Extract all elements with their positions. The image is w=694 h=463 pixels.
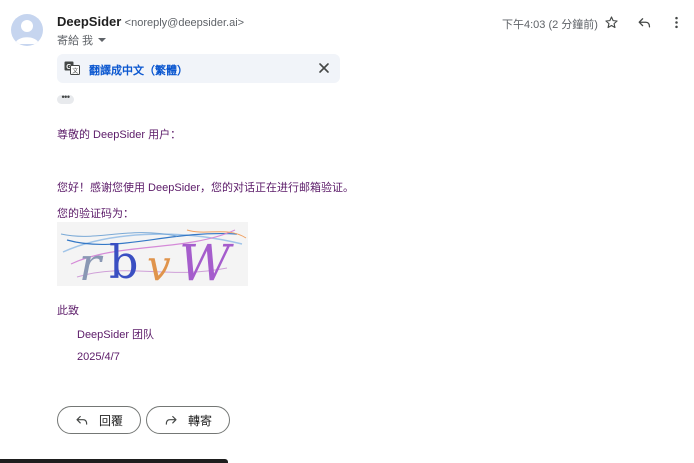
captcha-image: r b v W (57, 222, 248, 292)
captcha-char-1: r (79, 237, 104, 286)
chevron-down-icon (98, 38, 107, 42)
person-icon (15, 20, 39, 44)
forward-button[interactable]: 轉寄 (146, 406, 230, 434)
star-icon (604, 15, 618, 28)
forward-label: 轉寄 (187, 413, 212, 428)
team-signature: DeepSider 团队 (77, 329, 155, 341)
reply-icon (638, 17, 650, 27)
forward-icon (165, 415, 177, 425)
sender-name[interactable]: DeepSider (57, 14, 121, 29)
reply-icon (76, 415, 88, 425)
captcha-char-4: W (179, 234, 234, 286)
translate-icon: G 文 (64, 61, 80, 75)
translate-link[interactable]: 翻譯成中文（繁體） (89, 62, 188, 78)
captcha-graphic: r b v W (60, 229, 247, 292)
closing-text: 此致 (57, 305, 79, 317)
recipient-label: 寄給 我 (57, 35, 94, 47)
reply-label: 回覆 (98, 413, 123, 428)
reply-button[interactable]: 回覆 (57, 406, 141, 434)
body-line-2: 您的验证码为： (57, 208, 134, 220)
translate-bar: G 文 翻譯成中文（繁體） (57, 54, 340, 83)
svg-text:文: 文 (72, 67, 78, 75)
captcha-char-3: v (147, 241, 171, 286)
sender-line: DeepSider <noreply@deepsider.ai> (57, 14, 244, 29)
show-trimmed-content-button[interactable]: ••• (57, 93, 74, 104)
more-vert-icon (674, 16, 678, 28)
greeting-text: 尊敬的 DeepSider 用户： (57, 129, 182, 141)
bottom-bar (0, 459, 228, 463)
message-time: 下午4:03 (2 分鐘前) (502, 19, 598, 31)
sender-email: <noreply@deepsider.ai> (124, 17, 245, 29)
close-icon[interactable] (317, 61, 331, 75)
more-options-button[interactable] (666, 12, 686, 32)
recipient-toggle[interactable]: 寄給 我 (57, 32, 107, 48)
star-button[interactable] (601, 12, 621, 32)
sender-avatar[interactable] (11, 14, 43, 46)
body-line-1: 您好！感谢您使用 DeepSider，您的对话正在进行邮箱验证。 (57, 182, 355, 194)
reply-icon-button[interactable] (634, 12, 654, 32)
captcha-char-2: b (109, 235, 138, 286)
date-text: 2025/4/7 (77, 351, 120, 363)
